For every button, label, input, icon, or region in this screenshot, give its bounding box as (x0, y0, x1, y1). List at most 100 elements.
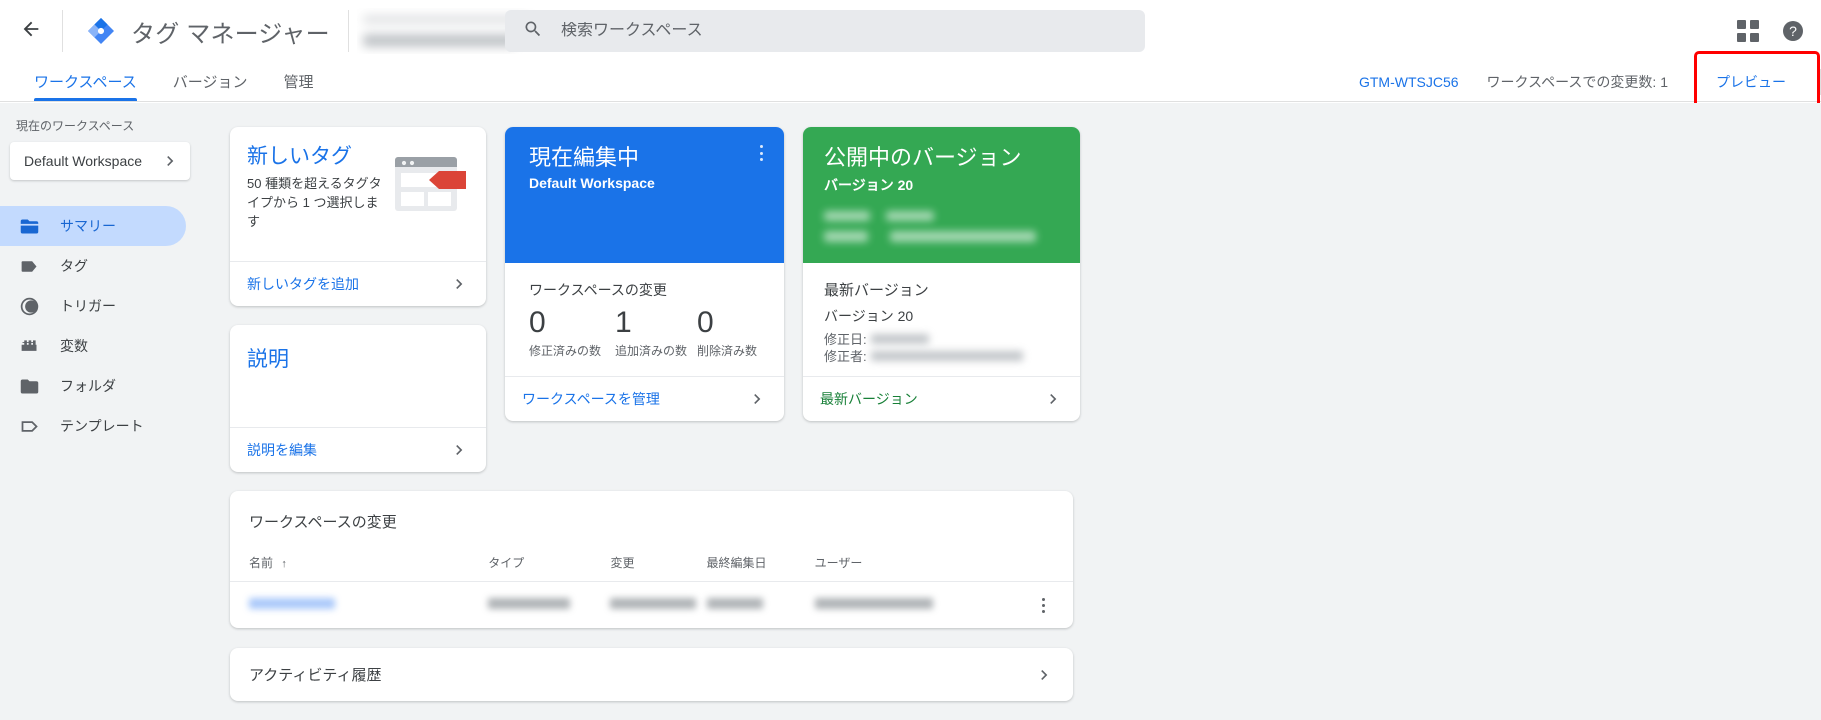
tab-workspace-label: ワークスペース (34, 74, 137, 91)
brand-account-divider (347, 10, 349, 52)
published-banner-redacted-meta (824, 209, 1044, 251)
modified-by-value-redacted (870, 350, 1023, 361)
apps-grid-icon[interactable] (1737, 20, 1759, 42)
cell-last-edited (706, 582, 815, 629)
add-new-tag-action[interactable]: 新しいタグを追加 (230, 261, 486, 306)
column-header-type[interactable]: タイプ (488, 546, 611, 582)
chevron-right-icon (747, 389, 767, 409)
help-circle-icon[interactable]: ? (1781, 19, 1805, 43)
redacted-meta-2 (886, 211, 934, 221)
search-box[interactable] (505, 10, 1145, 52)
cell-row-actions[interactable] (1015, 582, 1073, 629)
column-header-user[interactable]: ユーザー (814, 546, 1015, 582)
trigger-icon (18, 295, 40, 317)
column-header-name-label: 名前 (249, 556, 274, 570)
kebab-menu-icon[interactable] (752, 143, 770, 163)
published-version-title: 公開中のバージョン (824, 145, 1022, 170)
template-icon (18, 415, 40, 437)
preview-button-wrapper: プレビュー (1686, 51, 1820, 113)
edit-description-action[interactable]: 説明を編集 (230, 427, 486, 472)
left-card-column: 新しいタグ 50 種類を超えるタグタイプから 1 つ選択します 新しいタグを追加… (230, 127, 486, 472)
column-header-change-label: 変更 (610, 556, 635, 570)
stat-modified: 0 修正済みの数 (529, 304, 615, 359)
sidebar-item-variables[interactable]: 変数 (0, 326, 186, 366)
manage-workspace-action[interactable]: ワークスペースを管理 (505, 376, 784, 421)
sidebar-item-templates[interactable]: テンプレート (0, 406, 186, 446)
column-header-actions (1014, 546, 1073, 582)
add-new-tag-label: 新しいタグを追加 (247, 276, 359, 292)
table-body (230, 582, 1073, 629)
published-version-banner: 公開中のバージョン バージョン 20 (803, 127, 1080, 263)
currently-editing-card: 現在編集中 Default Workspace ワークスペースの変更 0 修正済… (505, 127, 784, 421)
currently-editing-workspace: Default Workspace (529, 175, 655, 192)
workspace-changes-table-title: ワークスペースの変更 (249, 514, 397, 531)
sidebar-item-triggers[interactable]: トリガー (0, 286, 186, 326)
stat-deleted-value: 0 (697, 306, 714, 339)
cell-change-redacted (610, 598, 697, 609)
column-header-last-edited[interactable]: 最終編集日 (706, 546, 815, 582)
workspace-selector[interactable]: Default Workspace (10, 142, 190, 180)
latest-version-modified-by: 修正者: (824, 347, 1064, 364)
cell-type (488, 582, 610, 629)
tab-versions[interactable]: バージョン (155, 62, 266, 101)
kebab-menu-icon[interactable] (1015, 597, 1073, 613)
description-title: 説明 (247, 348, 289, 371)
tab-admin[interactable]: 管理 (265, 62, 331, 101)
stat-modified-value: 0 (529, 306, 546, 339)
manage-workspace-label: ワークスペースを管理 (522, 391, 660, 407)
cell-last-edited-redacted (706, 598, 763, 609)
back-arrow-icon (20, 18, 42, 45)
sidebar-item-summary[interactable]: サマリー (0, 206, 186, 246)
sidebar-item-tags[interactable]: タグ (0, 246, 186, 286)
activity-history-card[interactable]: アクティビティ履歴 (230, 648, 1073, 701)
tab-bar: ワークスペース バージョン 管理 GTM-WTSJC56 ワークスペースでの変更… (0, 51, 1821, 113)
workspace-changes-stats-title: ワークスペースの変更 (529, 282, 667, 298)
new-tag-card: 新しいタグ 50 種類を超えるタグタイプから 1 つ選択します 新しいタグを追加 (230, 127, 486, 306)
cell-name[interactable] (230, 582, 488, 629)
currently-editing-title: 現在編集中 (529, 145, 640, 170)
modified-date-value-redacted (870, 333, 929, 344)
description-card: 説明 説明を編集 (230, 325, 486, 472)
back-button[interactable] (0, 0, 62, 62)
redacted-meta-1 (824, 211, 870, 221)
tab-bar-right-actions: GTM-WTSJC56 ワークスペースでの変更数: 1 プレビュー (1345, 51, 1821, 113)
stat-added-value: 1 (615, 306, 632, 339)
search-input[interactable] (561, 22, 1127, 40)
table-row[interactable] (230, 582, 1073, 629)
latest-version-action[interactable]: 最新バージョン (803, 376, 1080, 421)
workspace-changes-table: 名前 ↑ タイプ 変更 最終編集日 ユーザー (230, 546, 1073, 628)
latest-version-action-label: 最新バージョン (820, 391, 918, 407)
stat-deleted: 0 削除済み数 (697, 304, 757, 359)
sidebar-item-folders-label: フォルダ (60, 378, 116, 394)
tab-workspace[interactable]: ワークスペース (16, 62, 155, 101)
new-tag-description: 50 種類を超えるタグタイプから 1 つ選択します (247, 176, 382, 229)
summary-cards-row: 新しいタグ 50 種類を超えるタグタイプから 1 つ選択します 新しいタグを追加… (230, 127, 1821, 472)
sidebar-item-folders[interactable]: フォルダ (0, 366, 186, 406)
published-version-card: 公開中のバージョン バージョン 20 最新バージョン バージョン 20 修正日:… (803, 127, 1080, 421)
currently-editing-banner: 現在編集中 Default Workspace (505, 127, 784, 263)
column-header-user-label: ユーザー (814, 556, 863, 570)
redacted-meta-4 (890, 231, 1036, 242)
brand-block[interactable]: タグ マネージャー (63, 14, 348, 49)
column-header-name[interactable]: 名前 ↑ (230, 546, 489, 582)
container-id-link[interactable]: GTM-WTSJC56 (1345, 74, 1473, 90)
sidebar-item-tags-label: タグ (60, 258, 88, 274)
cell-name-redacted (249, 598, 335, 609)
svg-text:?: ? (1789, 23, 1797, 39)
chevron-right-icon (1034, 665, 1054, 685)
chevron-right-icon (449, 440, 469, 460)
search-icon (523, 19, 543, 44)
column-header-change[interactable]: 変更 (610, 546, 707, 582)
workspace-changes-count: ワークスペースでの変更数: 1 (1486, 73, 1668, 90)
latest-version-title: 最新バージョン (824, 282, 929, 299)
preview-button[interactable]: プレビュー (1716, 72, 1786, 92)
current-workspace-label: 現在のワークスペース (16, 119, 135, 133)
chevron-right-icon (449, 274, 469, 294)
stat-added-caption: 追加済みの数 (615, 343, 688, 358)
cell-user-redacted (814, 598, 933, 609)
modified-by-label: 修正者: (824, 349, 867, 364)
new-tag-text-block: 新しいタグ 50 種類を超えるタグタイプから 1 つ選択します (247, 145, 383, 261)
workspace-changes-stats: ワークスペースの変更 0 修正済みの数 1 追加済みの数 0 削除済み数 (505, 263, 784, 376)
tag-manager-logo-icon (85, 15, 117, 47)
redacted-meta-3 (824, 231, 868, 242)
